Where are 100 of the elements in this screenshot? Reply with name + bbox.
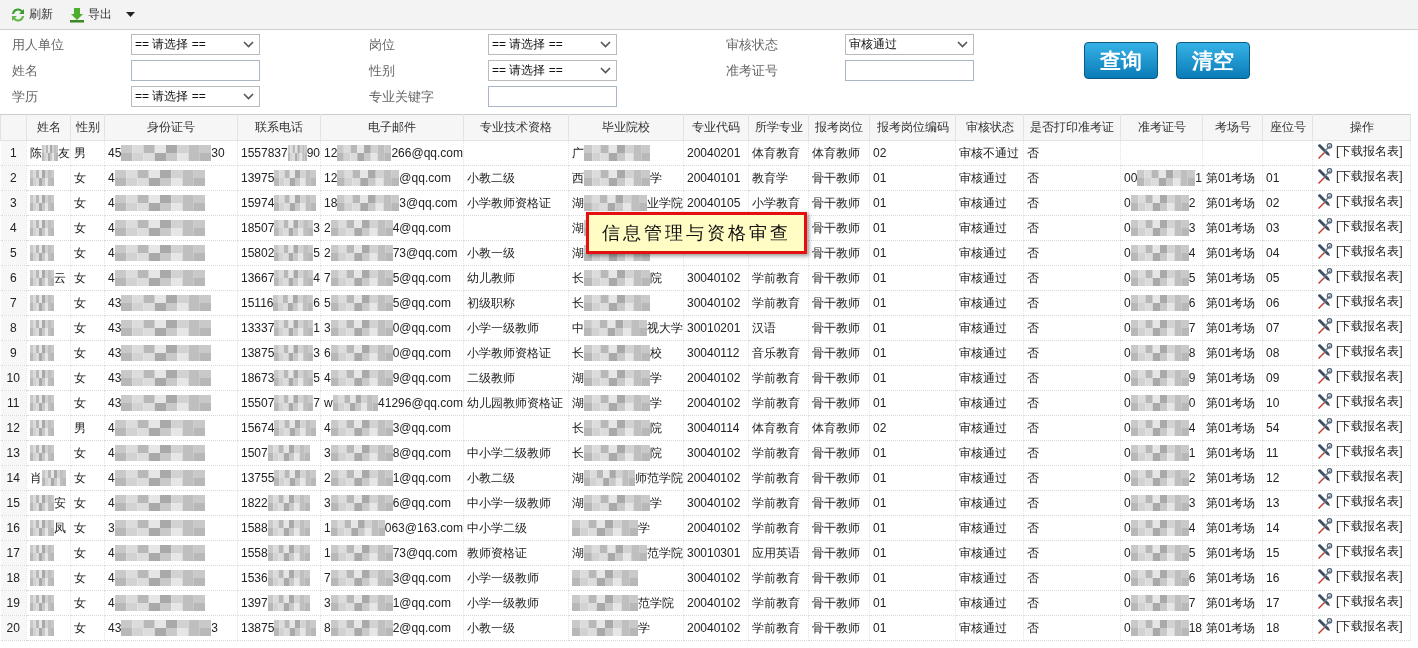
cell-text: 1557837 <box>241 146 288 160</box>
table-cell: 学前教育 <box>748 440 809 466</box>
cell-text: 43 <box>108 371 122 385</box>
cell-text: 0 <box>1188 396 1196 410</box>
download-link[interactable]: [下载报名表] <box>1316 518 1403 535</box>
cell-text: 学 <box>638 519 650 537</box>
download-link[interactable]: [下载报名表] <box>1316 493 1403 510</box>
cell-text: 4 <box>108 546 115 560</box>
cell-text: 3 <box>108 521 115 535</box>
row-number: 16 <box>0 515 27 541</box>
dropdown[interactable]: == 请选择 == <box>488 60 617 81</box>
download-link[interactable]: [下载报名表] <box>1316 343 1403 360</box>
table-cell: 二级教师 <box>463 365 569 391</box>
table-cell: 15 <box>1262 540 1313 566</box>
cell-text: 1 <box>324 521 331 535</box>
cell-text: 73@qq.com <box>392 246 458 260</box>
cell-text: 3 <box>324 496 331 510</box>
field-label: 学历 <box>12 87 39 106</box>
table-cell: 30040102 <box>683 490 749 516</box>
table-cell: 否 <box>1023 215 1121 241</box>
table-cell: 01 <box>869 315 956 341</box>
table-cell: 审核通过 <box>955 190 1024 216</box>
cell-text: 湖 <box>572 494 584 512</box>
download-link[interactable]: [下载报名表] <box>1316 443 1403 460</box>
chevron-icon <box>957 41 968 48</box>
cell-text: 4 <box>108 221 115 235</box>
table-cell: 否 <box>1023 590 1121 616</box>
download-link[interactable]: [下载报名表] <box>1316 543 1403 560</box>
cell-text: 广 <box>572 144 584 162</box>
dropdown[interactable]: == 请选择 == <box>131 34 260 55</box>
download-link[interactable]: [下载报名表] <box>1316 568 1403 585</box>
table-cell: 审核通过 <box>955 290 1024 316</box>
cell-text: 4 <box>1188 421 1196 435</box>
cell-text: 43 <box>108 321 122 335</box>
toolbar-button[interactable]: 刷新 <box>8 4 55 25</box>
input-field[interactable] <box>131 60 260 81</box>
cell-text: 长 <box>572 269 584 287</box>
cell-text: 3 <box>1188 221 1196 235</box>
table-cell: 应用英语 <box>748 540 809 566</box>
table-cell: 女 <box>70 515 105 541</box>
download-link[interactable]: [下载报名表] <box>1316 368 1403 385</box>
input-field[interactable] <box>488 86 617 107</box>
table-cell: 汉语 <box>748 315 809 341</box>
download-link[interactable]: [下载报名表] <box>1316 393 1403 410</box>
download-link[interactable]: [下载报名表] <box>1316 168 1403 185</box>
download-link[interactable]: [下载报名表] <box>1316 593 1403 610</box>
cell-text: 8 <box>1188 346 1196 360</box>
table-cell: 女 <box>70 190 105 216</box>
table-cell: 审核通过 <box>955 215 1024 241</box>
row-number: 12 <box>0 415 27 441</box>
dropdown[interactable]: == 请选择 == <box>488 34 617 55</box>
download-link[interactable]: [下载报名表] <box>1316 468 1403 485</box>
download-link[interactable]: [下载报名表] <box>1316 243 1403 260</box>
download-link[interactable]: [下载报名表] <box>1316 218 1403 235</box>
cell-text: 0@qq.com <box>392 321 451 335</box>
table-cell: 第01考场 <box>1202 290 1263 316</box>
download-link[interactable]: [下载报名表] <box>1316 268 1403 285</box>
table-cell: 体育教师 <box>808 140 870 166</box>
table-cell: 初级职称 <box>463 290 569 316</box>
table-cell: 学前教育 <box>748 265 809 291</box>
cell-text: 0 <box>1124 546 1131 560</box>
row-number: 19 <box>0 590 27 616</box>
download-link[interactable]: [下载报名表] <box>1316 293 1403 310</box>
download-link[interactable]: [下载报名表] <box>1316 193 1403 210</box>
cell-text: 院 <box>650 419 662 437</box>
cell-text: 湖 <box>572 469 584 487</box>
caret-icon[interactable] <box>126 12 135 17</box>
table-cell: 否 <box>1023 515 1121 541</box>
cell-text: 4 <box>1188 521 1196 535</box>
cell-text: 4 <box>108 596 115 610</box>
table-cell: 男 <box>70 415 105 441</box>
cell-text: 45 <box>108 146 122 160</box>
download-link[interactable]: [下载报名表] <box>1316 618 1403 635</box>
column-header: 姓名 <box>26 114 71 141</box>
table-cell: 否 <box>1023 265 1121 291</box>
cell-text: 长 <box>572 294 584 312</box>
table-cell: 中小学二级 <box>463 515 569 541</box>
table-cell: 骨干教师 <box>808 240 870 266</box>
download-link[interactable]: [下载报名表] <box>1316 143 1403 160</box>
table-cell: 10 <box>1262 390 1313 416</box>
table-cell: 学前教育 <box>748 615 809 641</box>
row-number: 5 <box>0 240 27 266</box>
input-field[interactable] <box>845 60 974 81</box>
cell-text: 7 <box>324 271 331 285</box>
table-cell: 中小学二级教师 <box>463 440 569 466</box>
table-cell: 中小学一级教师 <box>463 490 569 516</box>
column-header: 联系电话 <box>237 114 321 141</box>
column-header: 准考证号 <box>1120 114 1203 141</box>
tools-icon <box>1316 318 1333 335</box>
cell-text: 0 <box>1124 196 1131 210</box>
column-header: 操作 <box>1312 114 1411 141</box>
toolbar-button[interactable]: 导出 <box>67 4 114 25</box>
download-link[interactable]: [下载报名表] <box>1316 318 1403 335</box>
cell-text: 安 <box>54 494 66 512</box>
cell-text: 1822 <box>241 496 268 510</box>
dropdown[interactable]: 审核通过 <box>845 34 974 55</box>
download-link[interactable]: [下载报名表] <box>1316 418 1403 435</box>
table-cell: 01 <box>869 540 956 566</box>
dropdown[interactable]: == 请选择 == <box>131 86 260 107</box>
table-cell: 第01考场 <box>1202 215 1263 241</box>
